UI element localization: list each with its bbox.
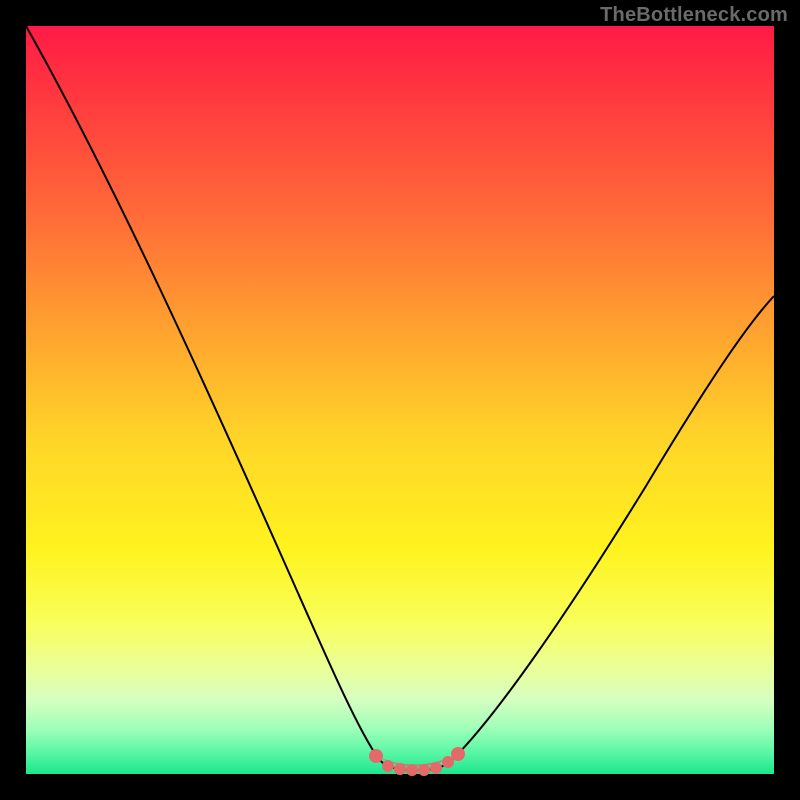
dot-band xyxy=(369,747,465,776)
chart-svg xyxy=(26,26,774,774)
bottleneck-curve-path xyxy=(26,26,774,770)
chart-frame: TheBottleneck.com xyxy=(0,0,800,800)
watermark-text: TheBottleneck.com xyxy=(600,4,788,27)
